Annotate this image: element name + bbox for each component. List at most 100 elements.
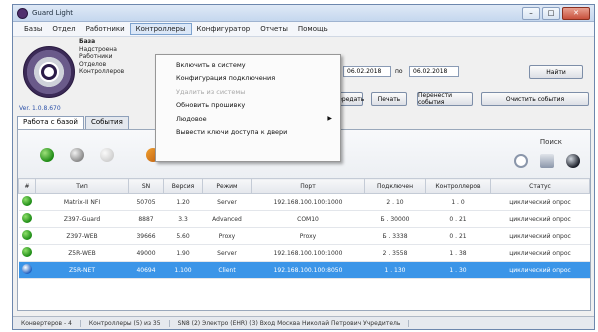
- tab-events[interactable]: События: [84, 116, 129, 129]
- globe-icon[interactable]: [566, 154, 580, 168]
- cell: 1 . 0: [425, 193, 491, 211]
- column-header[interactable]: Подключен: [364, 178, 426, 194]
- cell: Z5R-WEB: [35, 244, 129, 262]
- info-line: Надстроена: [79, 45, 117, 53]
- minimize-button[interactable]: –: [522, 6, 540, 20]
- cell: Advanced: [202, 210, 252, 228]
- status-user: SN8 (2) Электро (EHR) (3) Вход Москва Ни…: [170, 319, 410, 327]
- cell: 49000: [128, 244, 164, 262]
- tab-strip: Работа с базой События: [17, 116, 130, 129]
- cell: 1.100: [163, 261, 203, 279]
- cell: Server: [202, 193, 252, 211]
- cell: Б . 3338: [364, 227, 426, 245]
- cell: Matrix-II NFI: [35, 193, 129, 211]
- selected-status-icon: [22, 264, 32, 274]
- delete-icon[interactable]: [100, 148, 114, 162]
- online-status-icon: [22, 230, 32, 240]
- app-icon: [17, 7, 28, 19]
- cell: 0 . 21: [425, 210, 491, 228]
- controllers-dropdown-menu: Включить в систему Конфигурация подключе…: [155, 54, 341, 162]
- menu-help[interactable]: Помощь: [293, 24, 333, 34]
- clear-events-button[interactable]: Очистить события: [481, 92, 589, 106]
- cell: 40694: [128, 261, 164, 279]
- cell: 0 . 21: [425, 227, 491, 245]
- menu-item-connection-config[interactable]: Конфигурация подключения: [156, 72, 340, 86]
- table-row[interactable]: Matrix-II NFI 50705 1.20 Server 192.168.…: [18, 193, 590, 211]
- menu-item-remove[interactable]: Удалить из системы: [156, 85, 340, 99]
- column-header[interactable]: Тип: [35, 178, 129, 194]
- menu-employees[interactable]: Работники: [81, 24, 130, 34]
- cell: 192.168.100.100:1000: [251, 244, 365, 262]
- date-to-label: по: [395, 68, 403, 75]
- online-status-icon: [22, 196, 32, 206]
- menu-department[interactable]: Отдел: [47, 24, 80, 34]
- menu-configurator[interactable]: Конфигуратор: [192, 24, 256, 34]
- info-block: База Надстроена Работники Отделов Контро…: [79, 38, 139, 76]
- info-line: Контроллеров: [79, 68, 125, 75]
- table-row[interactable]: Z397-WEB 39666 5.60 Proxy Proxy Б . 3338…: [18, 227, 590, 245]
- cell: 1.90: [163, 244, 203, 262]
- cell: Б . 30000: [364, 210, 426, 228]
- cell: 50705: [128, 193, 164, 211]
- info-heading: База: [79, 38, 96, 45]
- menu-item-export-keys[interactable]: Вывести ключи доступа к двери: [156, 126, 340, 140]
- cell: циклический опрос: [490, 193, 590, 211]
- chevron-right-icon: ▶: [327, 115, 332, 122]
- column-header[interactable]: Порт: [251, 178, 365, 194]
- search-icon[interactable]: [514, 154, 528, 168]
- cell: циклический опрос: [490, 227, 590, 245]
- column-header[interactable]: Версия: [163, 178, 203, 194]
- cell: циклический опрос: [490, 210, 590, 228]
- cell: 5.60: [163, 227, 203, 245]
- cell: 1 . 130: [364, 261, 426, 279]
- cell: 1 . 38: [425, 244, 491, 262]
- column-header[interactable]: SN: [128, 178, 164, 194]
- cell: Server: [202, 244, 252, 262]
- table-header-row: # Тип SN Версия Режим Порт Подключен Кон…: [18, 178, 590, 194]
- info-line: Отделов: [79, 60, 107, 68]
- cell: 1 . 30: [425, 261, 491, 279]
- app-logo: [23, 46, 75, 98]
- cell: Z397-Guard: [35, 210, 129, 228]
- copy-events-button[interactable]: Перенести события: [417, 92, 473, 106]
- edit-icon[interactable]: [70, 148, 84, 162]
- cell: COM10: [251, 210, 365, 228]
- cell: Z397-WEB: [35, 227, 129, 245]
- cell: 3.3: [163, 210, 203, 228]
- menu-item-enable[interactable]: Включить в систему: [156, 58, 340, 72]
- add-icon[interactable]: [40, 148, 54, 162]
- column-header[interactable]: #: [18, 178, 36, 194]
- tab-database[interactable]: Работа с базой: [17, 116, 84, 129]
- menu-bases[interactable]: Базы: [19, 24, 47, 34]
- find-button[interactable]: Найти: [529, 65, 583, 79]
- table-row[interactable]: Z397-Guard 8887 3.3 Advanced COM10 Б . 3…: [18, 210, 590, 228]
- column-header[interactable]: Контроллеров: [425, 178, 491, 194]
- cell: 8887: [128, 210, 164, 228]
- menu-controllers[interactable]: Контроллеры: [129, 23, 192, 35]
- status-bar: Конвертеров - 4 Контроллеры (5) из 35 SN…: [13, 316, 594, 329]
- table-row[interactable]: Z5R-WEB 49000 1.90 Server 192.168.100.10…: [18, 244, 590, 262]
- table-row-selected[interactable]: Z5R-NET 40694 1.100 Client 192.168.100.1…: [18, 261, 590, 279]
- close-button[interactable]: ✕: [562, 6, 590, 20]
- maximize-button[interactable]: □: [542, 6, 560, 20]
- date-from-field[interactable]: 06.02.2018: [343, 66, 391, 77]
- column-header[interactable]: Статус: [490, 178, 590, 194]
- menu-item-update-firmware[interactable]: Обновить прошивку: [156, 99, 340, 113]
- column-header[interactable]: Режим: [202, 178, 252, 194]
- status-converters: Конвертеров - 4: [13, 319, 81, 327]
- menu-reports[interactable]: Отчеты: [255, 24, 293, 34]
- cell: Proxy: [251, 227, 365, 245]
- cell: Proxy: [202, 227, 252, 245]
- cell: 192.168.100.100:1000: [251, 193, 365, 211]
- menu-item-submenu[interactable]: Людовое ▶: [156, 112, 340, 126]
- cell: 192.168.100.100:8050: [251, 261, 365, 279]
- print-icon[interactable]: [540, 154, 554, 168]
- menu-bar: Базы Отдел Работники Контроллеры Конфигу…: [13, 22, 594, 37]
- print-button[interactable]: Печать: [371, 92, 407, 106]
- search-label: Поиск: [539, 138, 562, 146]
- cell: Client: [202, 261, 252, 279]
- date-to-field[interactable]: 06.02.2018: [409, 66, 459, 77]
- cell: 1.20: [163, 193, 203, 211]
- cell: циклический опрос: [490, 261, 590, 279]
- menu-item-submenu-label: Людовое: [176, 114, 207, 123]
